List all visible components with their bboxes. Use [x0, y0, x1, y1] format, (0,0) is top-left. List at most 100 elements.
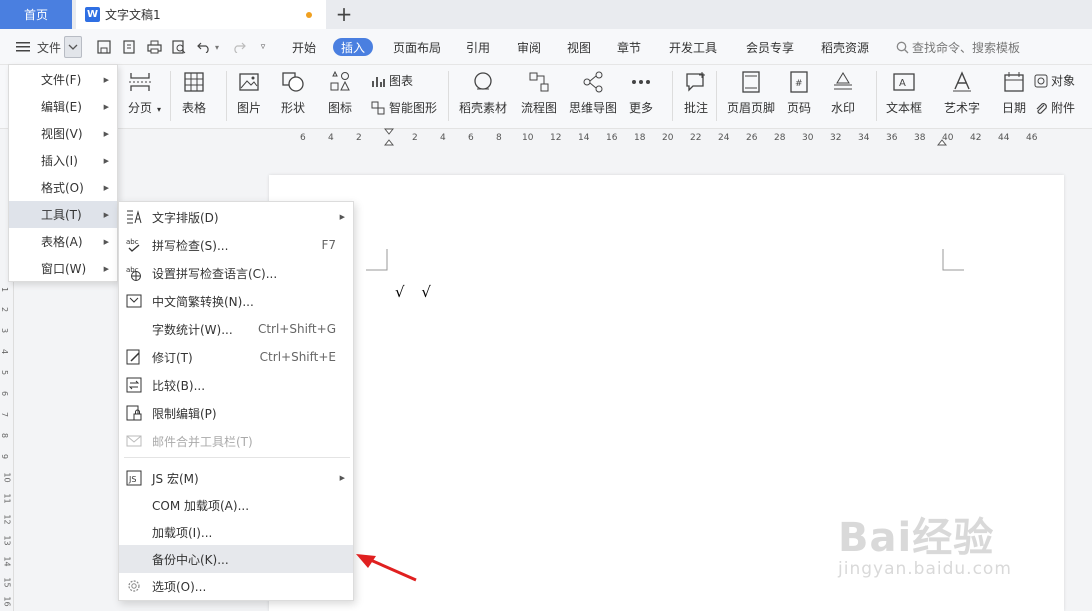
smart-shape-button[interactable]: 智能图形 — [371, 99, 437, 116]
document-text[interactable]: √ √ — [395, 283, 437, 301]
tab-review[interactable]: 审阅 — [517, 38, 541, 56]
menu-item-window[interactable]: 窗口(W) ▶ — [9, 255, 117, 282]
watermark-button[interactable]: 水印 — [830, 69, 856, 116]
ruler-tick-label: 30 — [802, 133, 814, 143]
ribbon-divider — [716, 71, 717, 121]
watermark-brand: Bai经验 — [838, 515, 995, 561]
textbox-button[interactable]: A 文本框 — [886, 69, 922, 116]
comment-button[interactable]: 批注 — [683, 69, 709, 116]
menu-item-restrict-editing[interactable]: 限制编辑(P) — [119, 399, 353, 427]
file-dropdown-chevron-icon[interactable] — [64, 36, 82, 58]
undo-dropdown-icon[interactable]: ▾ — [212, 38, 222, 56]
vruler-tick-label: 7 — [0, 411, 10, 418]
ruler-tick-label: 32 — [830, 133, 842, 143]
picture-label: 图片 — [236, 101, 261, 115]
vruler-tick-label: 4 — [0, 348, 10, 355]
menu-item-word-count[interactable]: 字数统计(W)... Ctrl+Shift+G — [119, 315, 353, 343]
print-icon[interactable] — [145, 38, 163, 56]
ruler-tick-label: 4 — [440, 133, 446, 143]
chart-button[interactable]: 图表 — [371, 72, 413, 89]
document-tab-title: 文字文稿1 — [105, 8, 161, 22]
menu-item-view[interactable]: 视图(V) ▶ — [9, 120, 117, 147]
table-button[interactable]: 表格 — [181, 69, 207, 116]
attachment-button[interactable]: 附件 — [1034, 99, 1075, 116]
vertical-ruler[interactable]: 1 2 3 4 5 6 7 8 9 10 11 12 13 14 15 16 — [0, 282, 14, 611]
tab-view[interactable]: 视图 — [567, 38, 591, 56]
lock-document-icon — [126, 405, 142, 421]
menu-item-addins[interactable]: 加载项(I)... — [119, 518, 353, 546]
icons-library-icon — [327, 69, 353, 95]
ruler-tick-label: 38 — [914, 133, 926, 143]
icon-button[interactable]: 图标 — [327, 69, 353, 116]
indent-marker-icon[interactable] — [383, 128, 395, 151]
ruler-tick-label: 6 — [300, 133, 306, 143]
page-number-button[interactable]: # 页码 — [786, 69, 812, 116]
date-button[interactable]: 日期 — [1001, 69, 1027, 116]
print-preview-icon[interactable] — [170, 38, 188, 56]
wordart-button[interactable]: 艺术字 — [944, 69, 980, 116]
tab-chapter[interactable]: 章节 — [617, 38, 641, 56]
picture-button[interactable]: 图片 — [236, 69, 262, 116]
svg-text:#: # — [795, 79, 803, 89]
menu-item-label: 插入(I) — [41, 154, 78, 168]
comment-label: 批注 — [683, 101, 708, 115]
export-pdf-icon[interactable] — [120, 38, 138, 56]
horizontal-ruler[interactable]: 6 4 2 2 4 6 8 10 12 14 16 18 20 22 24 26… — [269, 128, 1092, 151]
paperclip-icon — [1036, 102, 1047, 114]
menu-item-table[interactable]: 表格(A) ▶ — [9, 228, 117, 255]
menu-item-mail-merge[interactable]: 邮件合并工具栏(T) — [119, 427, 353, 455]
tab-developer[interactable]: 开发工具 — [669, 38, 717, 56]
menu-item-label: 拼写检查(S)... — [152, 238, 229, 253]
menu-item-insert[interactable]: 插入(I) ▶ — [9, 147, 117, 174]
menu-item-compare[interactable]: 比较(B)... — [119, 371, 353, 399]
menu-item-file[interactable]: 文件(F) ▶ — [9, 66, 117, 93]
undo-icon[interactable] — [195, 38, 213, 56]
vruler-tick-label: 5 — [0, 369, 10, 376]
flowchart-icon — [526, 69, 552, 95]
menu-item-spell-language[interactable]: abc 设置拼写检查语言(C)... — [119, 259, 353, 287]
menu-item-com-addins[interactable]: COM 加载项(A)... — [119, 491, 353, 519]
watermark-url: jingyan.baidu.com — [838, 559, 1012, 579]
menu-item-js-macro[interactable]: JS JS 宏(M) ▶ — [119, 464, 353, 492]
tab-daoke-resources[interactable]: 稻壳资源 — [821, 38, 869, 56]
tab-insert[interactable]: 插入 — [333, 38, 374, 56]
save-icon[interactable] — [95, 38, 113, 56]
menu-item-chinese-conversion[interactable]: 中文简繁转换(N)... — [119, 287, 353, 315]
tab-member[interactable]: 会员专享 — [746, 38, 794, 56]
home-tab[interactable]: 首页 — [0, 0, 72, 29]
menu-item-track-changes[interactable]: 修订(T) Ctrl+Shift+E — [119, 343, 353, 371]
new-tab-button[interactable]: + — [333, 3, 355, 25]
page-break-label: 分页 — [127, 101, 152, 115]
menu-item-text-layout[interactable]: 文字排版(D) ▶ — [119, 203, 353, 231]
menu-item-backup-center[interactable]: 备份中心(K)... — [119, 545, 353, 573]
menu-item-label: 文字排版(D) — [152, 210, 219, 225]
tab-page-layout[interactable]: 页面布局 — [393, 38, 441, 56]
tab-reference[interactable]: 引用 — [466, 38, 490, 56]
header-footer-icon — [738, 69, 764, 95]
object-button[interactable]: 对象 — [1034, 72, 1075, 89]
menu-item-tools[interactable]: 工具(T) ▶ — [9, 201, 117, 228]
tab-start[interactable]: 开始 — [292, 38, 316, 56]
ruler-tick-label: 8 — [496, 133, 502, 143]
redo-icon[interactable] — [230, 38, 248, 56]
header-footer-button[interactable]: 页眉页脚 — [727, 69, 775, 116]
document-tab[interactable]: W 文字文稿1 — [76, 0, 326, 29]
mindmap-button[interactable]: 思维导图 — [569, 69, 617, 116]
file-menu-button[interactable]: 文件 — [35, 38, 63, 56]
flowchart-button[interactable]: 流程图 — [521, 69, 557, 116]
command-search[interactable]: 查找命令、搜索模板 — [896, 38, 1020, 56]
menu-item-label: JS 宏(M) — [152, 471, 199, 486]
menu-item-spell-check[interactable]: abc 拼写检查(S)... F7 — [119, 231, 353, 259]
menu-item-options[interactable]: 选项(O)... — [119, 572, 353, 600]
wps-writer-icon: W — [85, 7, 100, 22]
menu-item-format[interactable]: 格式(O) ▶ — [9, 174, 117, 201]
hamburger-menu-icon[interactable] — [14, 38, 32, 56]
page-break-button[interactable]: 分页 ▾ — [127, 69, 161, 116]
more-button[interactable]: 更多 — [628, 69, 654, 116]
shape-button[interactable]: 形状 — [280, 69, 306, 116]
submenu-arrow-icon: ▶ — [103, 156, 109, 165]
menu-item-label: 邮件合并工具栏(T) — [152, 434, 253, 449]
customize-toolbar-icon[interactable]: ▿ — [255, 38, 271, 56]
material-button[interactable]: 稻壳素材 — [459, 69, 507, 116]
menu-item-edit[interactable]: 编辑(E) ▶ — [9, 93, 117, 120]
